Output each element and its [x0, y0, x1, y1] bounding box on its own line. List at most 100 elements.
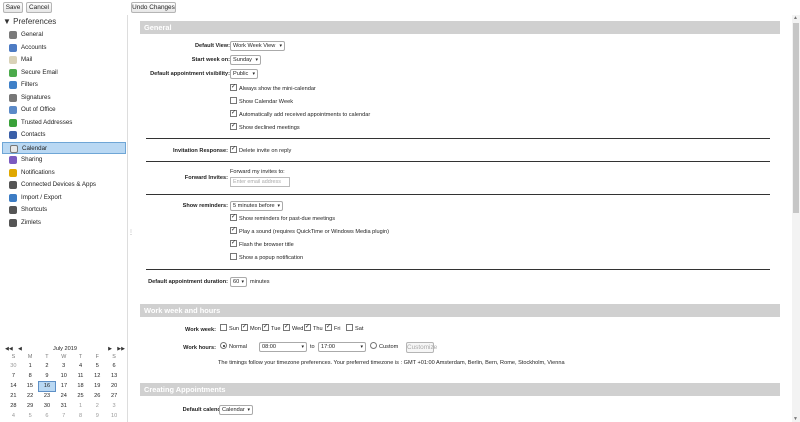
checkbox-checked-icon[interactable]: ✓ — [325, 324, 332, 332]
calendar-day[interactable]: 16 — [38, 380, 56, 392]
calendar-day[interactable]: 23 — [39, 391, 56, 401]
sidebar-item-general[interactable]: General — [2, 29, 126, 41]
calendar-day[interactable]: 10 — [106, 411, 123, 421]
checkbox-unchecked-icon[interactable] — [230, 97, 237, 105]
play-sound-checkbox[interactable]: ✓ Play a sound (requires QuickTime or Win… — [230, 227, 389, 236]
calendar-day[interactable]: 5 — [89, 361, 106, 371]
checkbox-unchecked-icon[interactable] — [346, 324, 353, 332]
work-day-sat-checkbox[interactable]: Sat — [346, 324, 363, 333]
calendar-day[interactable]: 31 — [55, 401, 72, 411]
customize-button[interactable]: Customize — [406, 342, 437, 353]
radio-unselected-icon[interactable] — [370, 342, 377, 350]
mini-calendar-checkbox[interactable]: ✓ Always show the mini-calendar — [230, 84, 316, 93]
past-due-checkbox[interactable]: ✓ Show reminders for past-due meetings — [230, 214, 335, 223]
sidebar-item-accounts[interactable]: Accounts — [2, 42, 126, 54]
sidebar-item-zimlets[interactable]: Zimlets — [2, 217, 126, 229]
calendar-day[interactable]: 29 — [22, 401, 39, 411]
calendar-day[interactable]: 22 — [22, 391, 39, 401]
calendar-day[interactable]: 30 — [39, 401, 56, 411]
radio-selected-icon[interactable] — [220, 342, 227, 350]
calendar-day[interactable]: 30 — [5, 361, 22, 371]
calendar-day[interactable]: 2 — [39, 361, 56, 371]
checkbox-unchecked-icon[interactable] — [230, 253, 237, 261]
calendar-day[interactable]: 3 — [106, 401, 123, 411]
sidebar-item-import-export[interactable]: Import / Export — [2, 192, 126, 204]
start-week-select[interactable]: Sunday ▾ — [230, 55, 261, 65]
calendar-day[interactable]: 20 — [106, 381, 123, 391]
calendar-day[interactable]: 18 — [72, 381, 89, 391]
work-day-wed-checkbox[interactable]: ✓ Wed — [283, 324, 303, 333]
checkbox-checked-icon[interactable]: ✓ — [230, 146, 237, 154]
sidebar-item-sharing[interactable]: Sharing — [2, 154, 126, 166]
calendar-day[interactable]: 10 — [55, 371, 72, 381]
visibility-select[interactable]: Public ▾ — [230, 69, 258, 79]
checkbox-checked-icon[interactable]: ✓ — [241, 324, 248, 332]
next-year-icon[interactable]: ▶▶ — [117, 345, 125, 353]
calendar-day[interactable]: 2 — [89, 401, 106, 411]
calendar-day[interactable]: 27 — [106, 391, 123, 401]
calendar-day[interactable]: 11 — [72, 371, 89, 381]
sidebar-item-trusted-addresses[interactable]: Trusted Addresses — [2, 117, 126, 129]
checkbox-checked-icon[interactable]: ✓ — [230, 214, 237, 222]
sidebar-item-calendar[interactable]: Calendar — [2, 141, 126, 154]
sidebar-item-connected-devices-apps[interactable]: Connected Devices & Apps — [2, 179, 126, 191]
calendar-day[interactable]: 8 — [22, 371, 39, 381]
calendar-day[interactable]: 9 — [39, 371, 56, 381]
calendar-day[interactable]: 13 — [106, 371, 123, 381]
calendar-day[interactable]: 21 — [5, 391, 22, 401]
calendar-day[interactable]: 19 — [89, 381, 106, 391]
work-day-fri-checkbox[interactable]: ✓ Fri — [325, 324, 341, 333]
normal-hours-radio[interactable]: Normal — [220, 342, 247, 351]
work-day-thu-checkbox[interactable]: ✓ Thu — [304, 324, 323, 333]
work-day-sun-checkbox[interactable]: Sun — [220, 324, 239, 333]
undo-changes-button[interactable]: Undo Changes — [131, 2, 176, 13]
calendar-day[interactable]: 1 — [22, 361, 39, 371]
next-month-icon[interactable]: ▶ — [108, 345, 112, 353]
cancel-button[interactable]: Cancel — [26, 2, 52, 13]
checkbox-checked-icon[interactable]: ✓ — [304, 324, 311, 332]
end-time-select[interactable]: 17:00 ▾ — [318, 342, 366, 352]
checkbox-checked-icon[interactable]: ✓ — [230, 123, 237, 131]
custom-hours-radio[interactable]: Custom — [370, 342, 398, 351]
calendar-day[interactable]: 7 — [55, 411, 72, 421]
default-calendar-select[interactable]: Calendar ▾ — [219, 405, 253, 415]
calendar-day[interactable]: 6 — [106, 361, 123, 371]
prev-month-icon[interactable]: ◀ — [18, 345, 22, 353]
calendar-day[interactable]: 4 — [72, 361, 89, 371]
scrollbar-thumb[interactable] — [793, 23, 799, 213]
calendar-day[interactable]: 28 — [5, 401, 22, 411]
sidebar-splitter[interactable]: ⋮ — [127, 15, 134, 422]
prev-year-icon[interactable]: ◀◀ — [5, 345, 13, 353]
sidebar-item-mail[interactable]: Mail — [2, 54, 126, 66]
flash-title-checkbox[interactable]: ✓ Flash the browser title — [230, 240, 294, 249]
calendar-day[interactable]: 6 — [39, 411, 56, 421]
sidebar-item-notifications[interactable]: Notifications — [2, 167, 126, 179]
calendar-day[interactable]: 7 — [5, 371, 22, 381]
checkbox-checked-icon[interactable]: ✓ — [262, 324, 269, 332]
calendar-day[interactable]: 24 — [55, 391, 72, 401]
declined-meetings-checkbox[interactable]: ✓ Show declined meetings — [230, 123, 300, 132]
save-button[interactable]: Save — [3, 2, 23, 13]
calendar-day[interactable]: 8 — [72, 411, 89, 421]
calendar-day[interactable]: 1 — [72, 401, 89, 411]
reminders-select[interactable]: 5 minutes before ▾ — [230, 201, 283, 211]
forward-email-input[interactable]: Enter email address — [230, 177, 290, 187]
calendar-day[interactable]: 17 — [55, 381, 72, 391]
content-scrollbar[interactable]: ▲ ▼ — [792, 15, 800, 422]
checkbox-checked-icon[interactable]: ✓ — [283, 324, 290, 332]
calendar-day[interactable]: 4 — [5, 411, 22, 421]
auto-add-checkbox[interactable]: ✓ Automatically add received appointments… — [230, 110, 370, 119]
default-view-select[interactable]: Work Week View ▾ — [230, 41, 285, 51]
work-day-tue-checkbox[interactable]: ✓ Tue — [262, 324, 280, 333]
popup-notification-checkbox[interactable]: Show a popup notification — [230, 253, 303, 262]
sidebar-item-filters[interactable]: Filters — [2, 79, 126, 91]
sidebar-item-signatures[interactable]: Signatures — [2, 92, 126, 104]
checkbox-unchecked-icon[interactable] — [220, 324, 227, 332]
calendar-day[interactable]: 26 — [89, 391, 106, 401]
calendar-day[interactable]: 9 — [89, 411, 106, 421]
sidebar-item-secure-email[interactable]: Secure Email — [2, 67, 126, 79]
checkbox-checked-icon[interactable]: ✓ — [230, 240, 237, 248]
calendar-day[interactable]: 3 — [55, 361, 72, 371]
sidebar-item-contacts[interactable]: Contacts — [2, 129, 126, 141]
calendar-day[interactable]: 25 — [72, 391, 89, 401]
